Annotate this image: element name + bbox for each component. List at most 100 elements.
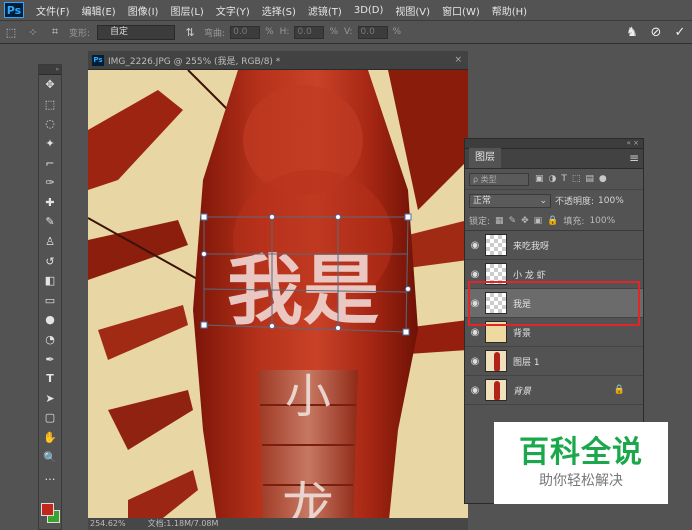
foreground-color-swatch[interactable] [41,503,54,516]
gradient-tool-icon[interactable]: ▭ [39,291,61,311]
warp-style-select[interactable]: 自定 [97,24,176,40]
layer-name: 小 龙 虾 [513,270,546,281]
bend-percent: % [265,27,274,37]
lock-pixels-icon[interactable]: ✎ [509,216,517,226]
transform-tool-icon[interactable]: ⬚ [3,25,19,39]
close-document-icon[interactable]: × [454,55,462,65]
layer-row[interactable]: ◉ 图层 1 [465,347,643,376]
h-distortion-field[interactable]: 0.0 [294,25,325,39]
menu-select[interactable]: 选择(S) [256,3,302,18]
menu-layer[interactable]: 图层(L) [164,3,209,18]
panel-menu-icon[interactable]: ≡ [629,151,639,165]
filter-adjustment-icon[interactable]: ◑ [549,174,557,184]
v-distortion-field[interactable]: 0.0 [357,25,388,39]
h-label: H: [279,27,290,37]
document-size: 文档:1.18M/7.08M [147,519,219,528]
bend-label: 弯曲: [204,28,226,39]
tab-layers[interactable]: 图层 [469,148,501,168]
watermark-title: 百科全说 [519,435,643,470]
visibility-eye-icon[interactable]: ◉ [465,327,485,338]
filter-type-icon[interactable]: T [561,174,567,184]
opacity-value[interactable]: 100% [598,196,624,206]
warp-style-value: 自定 [110,26,129,37]
fill-value[interactable]: 100% [589,216,615,226]
filter-smart-icon[interactable]: ▤ [585,174,594,184]
menu-type[interactable]: 文字(Y) [210,3,256,18]
menu-file[interactable]: 文件(F) [30,3,76,18]
puppet-warp-icon[interactable]: ♞ [624,24,640,40]
layer-name: 背景 [513,328,532,339]
zoom-tool-icon[interactable]: 🔍 [39,447,61,467]
lasso-tool-icon[interactable]: ◌ [39,114,61,134]
options-actions: ♞ ⊘ ✓ [624,24,688,40]
options-bar: ⬚ ⁘ ⌗ 变形: 自定 ⇅ 弯曲: 0.0 % H: 0.0 % V: 0.0… [0,21,692,44]
eyedropper-tool-icon[interactable]: ✑ [39,173,61,193]
layer-row[interactable]: ◉ 背景 🔒 [465,376,643,405]
layer-row[interactable]: ◉ 来吃我呀 [465,231,643,260]
type-tool-icon[interactable]: T [39,369,61,389]
bend-field[interactable]: 0.0 [230,25,261,39]
layer-lock-icon: 🔒 [613,385,625,395]
blur-tool-icon[interactable]: ● [39,310,61,330]
watermark: 百科全说 助你轻松解决 [494,422,668,504]
toolbox: » ✥ ⬚ ◌ ✦ ⌐ ✑ ✚ ✎ ♙ ↺ ◧ ▭ ● ◔ ✒ T ➤ ▢ ✋ … [38,64,62,530]
clone-stamp-tool-icon[interactable]: ♙ [39,232,61,252]
color-swatches [39,497,61,527]
visibility-eye-icon[interactable]: ◉ [465,269,485,280]
lock-transparent-icon[interactable]: ▦ [495,216,504,226]
menu-filter[interactable]: 滤镜(T) [302,3,348,18]
move-tool-icon[interactable]: ✥ [39,75,61,95]
watermark-subtitle: 助你轻松解决 [539,473,623,489]
lock-position-icon[interactable]: ✥ [521,216,529,226]
menu-window[interactable]: 窗口(W) [436,3,486,18]
reference-point-icon[interactable]: ⁘ [25,25,41,39]
magic-wand-tool-icon[interactable]: ✦ [39,134,61,154]
healing-brush-tool-icon[interactable]: ✚ [39,193,61,213]
crop-tool-icon[interactable]: ⌐ [39,153,61,173]
history-brush-tool-icon[interactable]: ↺ [39,251,61,271]
cancel-transform-icon[interactable]: ⊘ [648,24,664,40]
document-tab[interactable]: Ps IMG_2226.JPG @ 255% (我是, RGB/8) * × [88,51,468,70]
visibility-eye-icon[interactable]: ◉ [465,356,485,367]
lock-row: 锁定: ▦ ✎ ✥ ▣ 🔒 填充: 100% [465,211,643,231]
blend-mode-select[interactable]: 正常 ⌄ [469,193,551,208]
blend-row: 正常 ⌄ 不透明度: 100% [465,190,643,211]
layer-name: 图层 1 [513,357,540,368]
layer-thumbnail [485,234,507,256]
toolbox-collapse-icon[interactable]: » [39,65,61,75]
menu-view[interactable]: 视图(V) [389,3,436,18]
hand-tool-icon[interactable]: ✋ [39,428,61,448]
lock-all-icon[interactable]: 🔒 [547,216,558,226]
warp-orientation-icon[interactable]: ⇅ [182,25,198,39]
menu-help[interactable]: 帮助(H) [486,3,533,18]
layer-filter-row: ρ 类型 ▣ ◑ T ⬚ ▤ ● [465,169,643,190]
path-selection-tool-icon[interactable]: ➤ [39,389,61,409]
layer-thumbnail [485,379,507,401]
visibility-eye-icon[interactable]: ◉ [465,240,485,251]
filter-pixel-icon[interactable]: ▣ [535,174,544,184]
document-window: Ps IMG_2226.JPG @ 255% (我是, RGB/8) * × 我… [88,51,468,530]
menu-image[interactable]: 图像(I) [122,3,165,18]
menu-3d[interactable]: 3D(D) [348,5,390,16]
zoom-level[interactable]: 254.62% [90,518,126,530]
more-tools-icon[interactable]: … [39,467,61,487]
marquee-tool-icon[interactable]: ⬚ [39,95,61,115]
layer-name: 来吃我呀 [513,241,550,252]
commit-transform-icon[interactable]: ✓ [672,24,688,40]
canvas[interactable]: 我是 小 龙 [88,70,468,530]
filter-toggle-icon[interactable]: ● [599,174,607,184]
filter-shape-icon[interactable]: ⬚ [572,174,581,184]
eraser-tool-icon[interactable]: ◧ [39,271,61,291]
visibility-eye-icon[interactable]: ◉ [465,385,485,396]
menu-edit[interactable]: 编辑(E) [76,3,122,18]
lock-artboard-icon[interactable]: ▣ [534,216,543,226]
document-ps-icon: Ps [92,54,104,66]
canvas-text-xiao[interactable]: 小 [285,369,331,423]
pen-tool-icon[interactable]: ✒ [39,349,61,369]
warp-mode-icon[interactable]: ⌗ [47,25,63,39]
dodge-tool-icon[interactable]: ◔ [39,330,61,350]
rectangle-tool-icon[interactable]: ▢ [39,408,61,428]
brush-tool-icon[interactable]: ✎ [39,212,61,232]
layer-filter-select[interactable]: ρ 类型 [469,172,529,186]
h-percent: % [329,27,339,37]
